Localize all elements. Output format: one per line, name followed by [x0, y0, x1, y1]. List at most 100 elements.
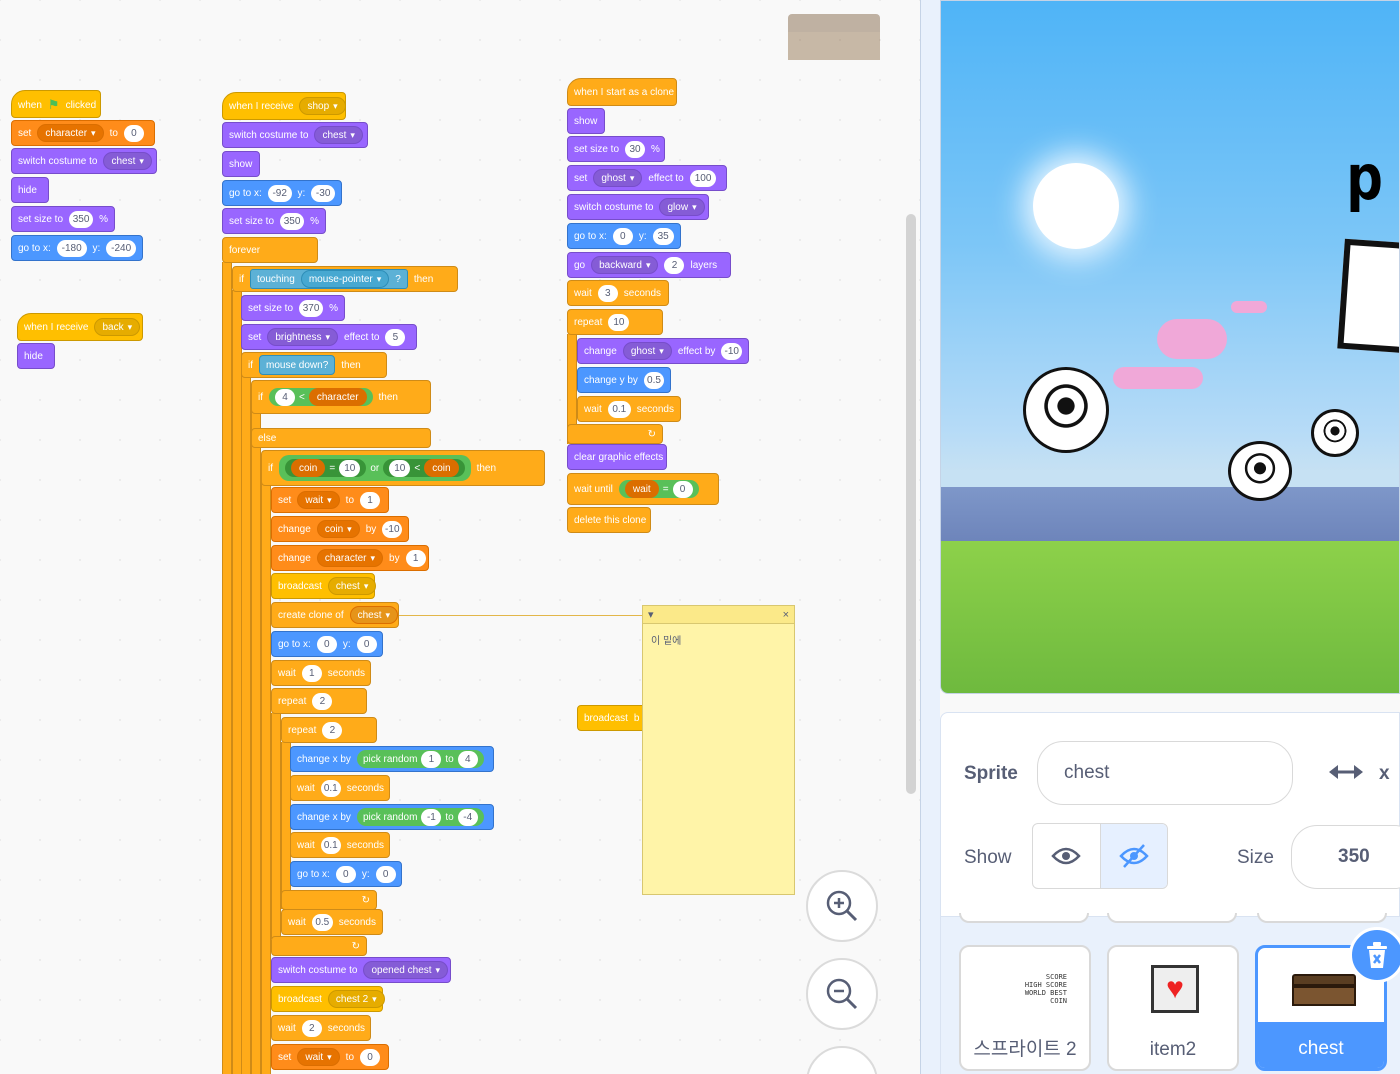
- value-input[interactable]: 3: [597, 284, 618, 302]
- value-input[interactable]: 10: [339, 459, 361, 477]
- value-input[interactable]: 1: [301, 664, 322, 682]
- show-block[interactable]: show: [567, 108, 605, 134]
- delete-clone-block[interactable]: delete this clone: [567, 507, 651, 533]
- value-input[interactable]: 1: [360, 491, 381, 509]
- value-input[interactable]: 0.1: [320, 779, 341, 797]
- variable-dropdown[interactable]: character: [316, 549, 384, 567]
- stage[interactable]: p: [940, 0, 1400, 694]
- variable-dropdown[interactable]: coin: [316, 520, 360, 538]
- go-layers-block[interactable]: go backward 2 layers: [567, 252, 731, 278]
- message-dropdown[interactable]: back: [94, 318, 141, 336]
- hide-block[interactable]: hide: [17, 343, 55, 369]
- if-mouse-down-block[interactable]: if mouse down? then: [241, 352, 387, 378]
- value-input[interactable]: -1: [421, 808, 442, 826]
- wait-block[interactable]: wait 0.1 seconds: [290, 775, 390, 801]
- value-input[interactable]: 0: [672, 480, 693, 498]
- touching-sensor[interactable]: touching mouse-pointer?: [250, 269, 408, 289]
- zoom-reset-button[interactable]: [806, 1046, 878, 1074]
- if-less-than-block[interactable]: if 4 < character then: [251, 380, 431, 414]
- value-input[interactable]: -10: [382, 520, 403, 538]
- if-coin-block[interactable]: if coin = 10 or 10 < coin then: [261, 450, 545, 486]
- variable-dropdown[interactable]: wait: [297, 491, 340, 509]
- repeat-block[interactable]: repeat 2: [271, 688, 367, 714]
- value-input[interactable]: 370: [299, 299, 324, 317]
- value-input[interactable]: 100: [689, 169, 717, 187]
- goto-xy-block[interactable]: go to x: 0 y: 0: [290, 861, 402, 887]
- costume-dropdown[interactable]: chest: [314, 126, 363, 144]
- value-input[interactable]: -10: [721, 342, 742, 360]
- effect-dropdown[interactable]: ghost: [622, 342, 672, 360]
- y-input[interactable]: -30: [311, 184, 335, 202]
- sprite-tile[interactable]: SCORE HIGH SCORE WORLD BEST COIN 스프라이트 2: [959, 945, 1091, 1071]
- change-variable-block[interactable]: change coinby -10: [271, 516, 409, 542]
- target-dropdown[interactable]: mouse-pointer: [300, 270, 390, 288]
- costume-dropdown[interactable]: opened chest: [363, 961, 449, 979]
- mouse-down-sensor[interactable]: mouse down?: [259, 355, 336, 375]
- when-receive-back-block[interactable]: when I receive back: [17, 313, 143, 341]
- if-touching-block[interactable]: if touching mouse-pointer? then: [232, 266, 458, 292]
- effect-dropdown[interactable]: ghost: [593, 169, 643, 187]
- switch-costume-block[interactable]: switch costume to chest: [222, 122, 368, 148]
- show-hidden-button[interactable]: [1100, 824, 1167, 888]
- x-input[interactable]: 0: [335, 865, 356, 883]
- wait-until-block[interactable]: wait until wait = 0: [567, 473, 719, 505]
- change-effect-block[interactable]: change ghost effect by -10: [577, 338, 749, 364]
- wait-block[interactable]: wait 1 seconds: [271, 660, 371, 686]
- comment-note[interactable]: ▾ × 이 밑에: [642, 605, 795, 895]
- variable-dropdown[interactable]: wait: [297, 1048, 340, 1066]
- wait-block[interactable]: wait 0.5 seconds: [281, 909, 383, 935]
- change-x-block[interactable]: change x by pick random 1 to 4: [290, 746, 494, 772]
- repeat-block[interactable]: repeat 2: [281, 717, 377, 743]
- zoom-in-button[interactable]: [806, 870, 878, 942]
- value-input[interactable]: 0.5: [311, 913, 333, 931]
- value-input[interactable]: 2: [301, 1019, 322, 1037]
- set-effect-block[interactable]: set ghost effect to 100: [567, 165, 727, 191]
- sprite-list[interactable]: SCORE HIGH SCORE WORLD BEST COIN 스프라이트 2…: [940, 913, 1400, 1074]
- x-input[interactable]: 0: [612, 227, 633, 245]
- when-receive-shop-block[interactable]: when I receive shop: [222, 92, 346, 120]
- value-input[interactable]: 0: [360, 1048, 381, 1066]
- pick-random-operator[interactable]: pick random -1 to -4: [356, 808, 484, 826]
- variable-reporter[interactable]: coin: [424, 459, 459, 477]
- wait-block[interactable]: wait 3 seconds: [567, 280, 669, 306]
- value-input[interactable]: 350: [69, 210, 94, 228]
- goto-xy-block[interactable]: go to x: 0 y: 35: [567, 223, 681, 249]
- value-input[interactable]: 5: [385, 328, 406, 346]
- hide-block[interactable]: hide: [11, 177, 49, 203]
- less-than-operator[interactable]: 4 < character: [269, 388, 373, 406]
- set-size-block[interactable]: set size to 350%: [222, 208, 326, 234]
- close-icon[interactable]: ×: [783, 609, 789, 621]
- equals-operator[interactable]: coin = 10: [285, 459, 367, 477]
- value-input[interactable]: 30: [625, 140, 646, 158]
- value-input[interactable]: 1: [405, 549, 426, 567]
- broadcast-block[interactable]: broadcast chest 2: [271, 986, 385, 1012]
- value-input[interactable]: 10: [608, 313, 630, 331]
- comment-header[interactable]: ▾ ×: [643, 606, 794, 624]
- when-start-as-clone-block[interactable]: when I start as a clone: [567, 78, 677, 106]
- effect-dropdown[interactable]: brightness: [267, 328, 339, 346]
- variable-reporter[interactable]: wait: [624, 480, 659, 498]
- y-input[interactable]: 35: [652, 227, 674, 245]
- variable-dropdown[interactable]: character: [37, 124, 104, 142]
- show-block[interactable]: show: [222, 151, 260, 177]
- pick-random-operator[interactable]: pick random 1 to 4: [356, 750, 484, 768]
- goto-xy-block[interactable]: go to x: -180 y: -240: [11, 235, 143, 261]
- value-input[interactable]: 0.5: [643, 371, 664, 389]
- clear-effects-block[interactable]: clear graphic effects: [567, 444, 667, 470]
- value-input[interactable]: 2: [664, 256, 685, 274]
- switch-costume-block[interactable]: switch costume to chest: [11, 148, 157, 174]
- change-y-block[interactable]: change y by 0.5: [577, 367, 671, 393]
- value-input[interactable]: 2: [322, 721, 343, 739]
- switch-costume-block[interactable]: switch costume to opened chest: [271, 957, 451, 983]
- x-input[interactable]: 0: [316, 635, 337, 653]
- visibility-toggle[interactable]: [1032, 823, 1168, 889]
- when-flag-clicked-block[interactable]: when ⚑ clicked: [11, 90, 101, 118]
- goto-xy-block[interactable]: go to x: -92 y: -30: [222, 180, 342, 206]
- set-effect-block[interactable]: set brightness effect to 5: [241, 324, 417, 350]
- size-input[interactable]: 350: [1291, 825, 1400, 889]
- set-size-block[interactable]: set size to 350%: [11, 206, 115, 232]
- y-input[interactable]: -240: [106, 239, 136, 257]
- message-dropdown[interactable]: chest 2: [327, 990, 385, 1008]
- costume-dropdown[interactable]: chest: [103, 152, 152, 170]
- value-input[interactable]: 0.1: [320, 836, 341, 854]
